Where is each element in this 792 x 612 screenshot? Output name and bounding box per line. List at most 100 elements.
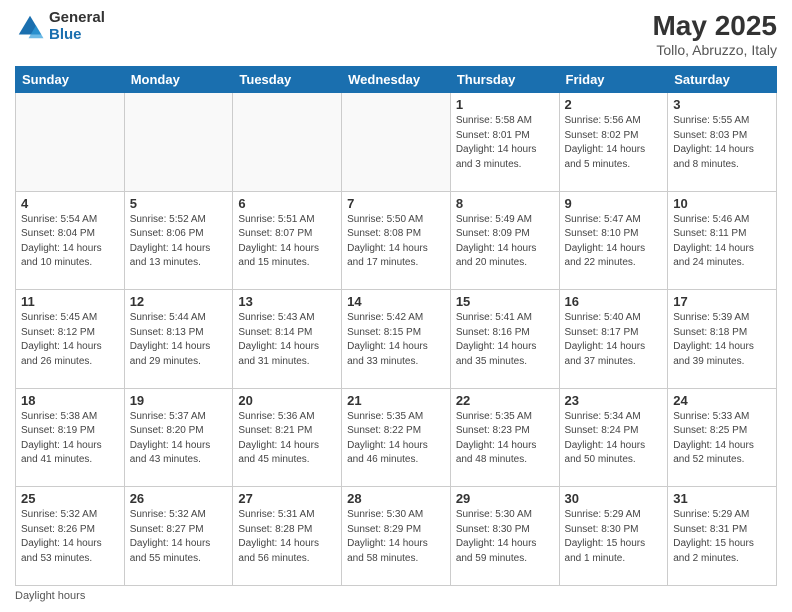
calendar-cell: 12 Sunrise: 5:44 AM Sunset: 8:13 PM Dayli…	[124, 290, 233, 389]
calendar-cell: 29 Sunrise: 5:30 AM Sunset: 8:30 PM Dayli…	[450, 487, 559, 586]
calendar-cell: 24 Sunrise: 5:33 AM Sunset: 8:25 PM Dayli…	[668, 388, 777, 487]
day-info: Sunrise: 5:29 AM Sunset: 8:30 PM Dayligh…	[565, 508, 663, 566]
day-info: Sunrise: 5:44 AM Sunset: 8:13 PM Dayligh…	[130, 311, 228, 369]
calendar-cell: 16 Sunrise: 5:40 AM Sunset: 8:17 PM Dayli…	[559, 290, 668, 389]
calendar-week-3: 11Sunrise: 5:45 AM Sunset: 8:12 PM Dayli…	[16, 290, 777, 389]
day-info: Sunrise: 5:33 AM Sunset: 8:25 PM Dayligh…	[673, 410, 771, 468]
day-number: 26	[130, 491, 228, 506]
calendar-cell: 17 Sunrise: 5:39 AM Sunset: 8:18 PM Dayli…	[668, 290, 777, 389]
calendar-cell: 22Sunrise: 5:35 AM Sunset: 8:23 PM Dayli…	[450, 388, 559, 487]
calendar-cell: 3Sunrise: 5:55 AM Sunset: 8:03 PM Daylig…	[668, 93, 777, 192]
day-info: Sunrise: 5:38 AM Sunset: 8:19 PM Dayligh…	[21, 410, 119, 468]
day-number: 1	[456, 97, 554, 112]
calendar-cell	[124, 93, 233, 192]
day-info: Sunrise: 5:47 AM Sunset: 8:10 PM Dayligh…	[565, 213, 663, 271]
day-number: 8	[456, 196, 554, 211]
day-number: 12	[130, 294, 228, 309]
day-number: 16	[565, 294, 663, 309]
day-number: 15	[456, 294, 554, 309]
logo-icon	[15, 12, 45, 42]
day-number: 5	[130, 196, 228, 211]
calendar-cell	[342, 93, 451, 192]
logo-general-text: General	[49, 10, 105, 27]
col-friday: Friday	[559, 67, 668, 93]
calendar-cell	[16, 93, 125, 192]
day-info: Sunrise: 5:43 AM Sunset: 8:14 PM Dayligh…	[238, 311, 336, 369]
footer-note: Daylight hours	[15, 590, 777, 602]
calendar-cell: 26 Sunrise: 5:32 AM Sunset: 8:27 PM Dayli…	[124, 487, 233, 586]
calendar-cell: 2 Sunrise: 5:56 AM Sunset: 8:02 PM Daylig…	[559, 93, 668, 192]
calendar-cell: 31Sunrise: 5:29 AM Sunset: 8:31 PM Dayli…	[668, 487, 777, 586]
header: General Blue May 2025 Tollo, Abruzzo, It…	[15, 10, 777, 58]
calendar-week-1: 1 Sunrise: 5:58 AM Sunset: 8:01 PM Daylig…	[16, 93, 777, 192]
day-number: 2	[565, 97, 663, 112]
day-number: 20	[238, 393, 336, 408]
calendar-cell: 7Sunrise: 5:50 AM Sunset: 8:08 PM Daylig…	[342, 191, 451, 290]
calendar-cell: 25Sunrise: 5:32 AM Sunset: 8:26 PM Dayli…	[16, 487, 125, 586]
day-info: Sunrise: 5:41 AM Sunset: 8:16 PM Dayligh…	[456, 311, 554, 369]
day-number: 17	[673, 294, 771, 309]
col-sunday: Sunday	[16, 67, 125, 93]
calendar-cell: 27Sunrise: 5:31 AM Sunset: 8:28 PM Dayli…	[233, 487, 342, 586]
day-number: 9	[565, 196, 663, 211]
col-monday: Monday	[124, 67, 233, 93]
day-number: 28	[347, 491, 445, 506]
day-info: Sunrise: 5:36 AM Sunset: 8:21 PM Dayligh…	[238, 410, 336, 468]
day-info: Sunrise: 5:35 AM Sunset: 8:23 PM Dayligh…	[456, 410, 554, 468]
page: General Blue May 2025 Tollo, Abruzzo, It…	[0, 0, 792, 612]
calendar-cell: 28 Sunrise: 5:30 AM Sunset: 8:29 PM Dayli…	[342, 487, 451, 586]
day-info: Sunrise: 5:58 AM Sunset: 8:01 PM Dayligh…	[456, 114, 554, 172]
col-wednesday: Wednesday	[342, 67, 451, 93]
col-thursday: Thursday	[450, 67, 559, 93]
logo-text: General Blue	[49, 10, 105, 43]
calendar-cell: 5 Sunrise: 5:52 AM Sunset: 8:06 PM Daylig…	[124, 191, 233, 290]
day-number: 14	[347, 294, 445, 309]
calendar-cell: 20 Sunrise: 5:36 AM Sunset: 8:21 PM Dayli…	[233, 388, 342, 487]
day-number: 3	[673, 97, 771, 112]
day-info: Sunrise: 5:30 AM Sunset: 8:30 PM Dayligh…	[456, 508, 554, 566]
calendar-subtitle: Tollo, Abruzzo, Italy	[652, 42, 777, 58]
day-number: 10	[673, 196, 771, 211]
day-info: Sunrise: 5:52 AM Sunset: 8:06 PM Dayligh…	[130, 213, 228, 271]
col-saturday: Saturday	[668, 67, 777, 93]
calendar-cell: 14 Sunrise: 5:42 AM Sunset: 8:15 PM Dayli…	[342, 290, 451, 389]
day-info: Sunrise: 5:39 AM Sunset: 8:18 PM Dayligh…	[673, 311, 771, 369]
day-number: 29	[456, 491, 554, 506]
calendar-cell: 13Sunrise: 5:43 AM Sunset: 8:14 PM Dayli…	[233, 290, 342, 389]
day-info: Sunrise: 5:35 AM Sunset: 8:22 PM Dayligh…	[347, 410, 445, 468]
calendar-cell: 19Sunrise: 5:37 AM Sunset: 8:20 PM Dayli…	[124, 388, 233, 487]
calendar-cell	[233, 93, 342, 192]
logo-blue-text: Blue	[49, 27, 105, 44]
day-number: 30	[565, 491, 663, 506]
day-info: Sunrise: 5:45 AM Sunset: 8:12 PM Dayligh…	[21, 311, 119, 369]
day-info: Sunrise: 5:32 AM Sunset: 8:27 PM Dayligh…	[130, 508, 228, 566]
day-info: Sunrise: 5:29 AM Sunset: 8:31 PM Dayligh…	[673, 508, 771, 566]
day-number: 18	[21, 393, 119, 408]
day-number: 6	[238, 196, 336, 211]
calendar-week-4: 18 Sunrise: 5:38 AM Sunset: 8:19 PM Dayli…	[16, 388, 777, 487]
calendar-cell: 8 Sunrise: 5:49 AM Sunset: 8:09 PM Daylig…	[450, 191, 559, 290]
calendar-cell: 23Sunrise: 5:34 AM Sunset: 8:24 PM Dayli…	[559, 388, 668, 487]
day-info: Sunrise: 5:37 AM Sunset: 8:20 PM Dayligh…	[130, 410, 228, 468]
calendar-cell: 1 Sunrise: 5:58 AM Sunset: 8:01 PM Daylig…	[450, 93, 559, 192]
title-block: May 2025 Tollo, Abruzzo, Italy	[652, 10, 777, 58]
day-info: Sunrise: 5:42 AM Sunset: 8:15 PM Dayligh…	[347, 311, 445, 369]
day-info: Sunrise: 5:30 AM Sunset: 8:29 PM Dayligh…	[347, 508, 445, 566]
calendar-week-2: 4 Sunrise: 5:54 AM Sunset: 8:04 PM Daylig…	[16, 191, 777, 290]
calendar-cell: 15 Sunrise: 5:41 AM Sunset: 8:16 PM Dayli…	[450, 290, 559, 389]
day-info: Sunrise: 5:50 AM Sunset: 8:08 PM Dayligh…	[347, 213, 445, 271]
day-info: Sunrise: 5:40 AM Sunset: 8:17 PM Dayligh…	[565, 311, 663, 369]
calendar-cell: 9 Sunrise: 5:47 AM Sunset: 8:10 PM Daylig…	[559, 191, 668, 290]
day-info: Sunrise: 5:56 AM Sunset: 8:02 PM Dayligh…	[565, 114, 663, 172]
logo: General Blue	[15, 10, 105, 43]
day-info: Sunrise: 5:49 AM Sunset: 8:09 PM Dayligh…	[456, 213, 554, 271]
day-number: 21	[347, 393, 445, 408]
day-number: 24	[673, 393, 771, 408]
calendar-header-row: Sunday Monday Tuesday Wednesday Thursday…	[16, 67, 777, 93]
day-number: 27	[238, 491, 336, 506]
day-number: 4	[21, 196, 119, 211]
calendar-week-5: 25Sunrise: 5:32 AM Sunset: 8:26 PM Dayli…	[16, 487, 777, 586]
day-info: Sunrise: 5:51 AM Sunset: 8:07 PM Dayligh…	[238, 213, 336, 271]
day-info: Sunrise: 5:54 AM Sunset: 8:04 PM Dayligh…	[21, 213, 119, 271]
calendar-cell: 21 Sunrise: 5:35 AM Sunset: 8:22 PM Dayli…	[342, 388, 451, 487]
